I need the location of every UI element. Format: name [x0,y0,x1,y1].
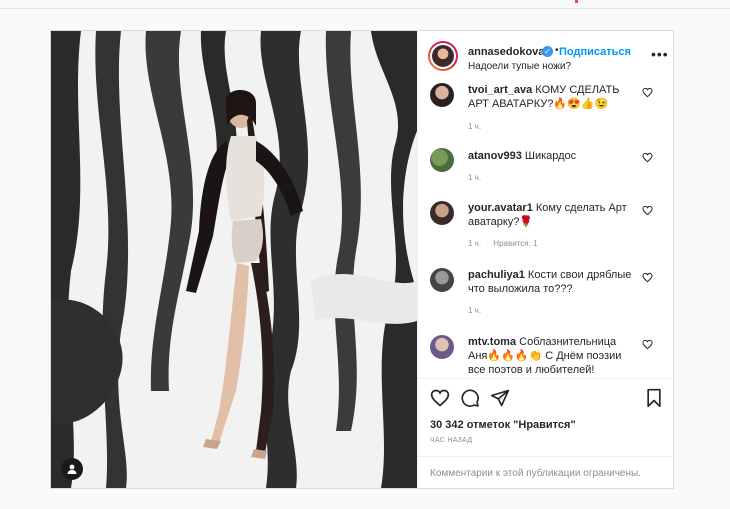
top-nav-bar [0,0,730,9]
post-photo[interactable] [51,31,417,488]
comment-time[interactable]: 1 ч. [468,306,481,315]
comment-text: atanov993 Шикардос [468,149,632,163]
avatar[interactable] [430,83,454,107]
likes-count[interactable]: 30 342 отметок "Нравится" [430,419,576,431]
comment-username[interactable]: mtv.toma [468,336,516,348]
comment-time[interactable]: 1 ч. [468,239,481,248]
comment-username[interactable]: tvoi_art_ava [468,84,532,96]
comment-body: Шикардос [524,150,577,162]
comment-meta: 1 ч. Нравится: 1 [468,239,548,248]
post-sidebar: annasedokova ✓ • Подписаться ••• Надоели… [417,31,674,488]
follow-button[interactable]: Подписаться [559,46,631,58]
comment-meta: 1 ч. [468,306,491,315]
user-tag-icon [67,464,77,474]
author-username[interactable]: annasedokova [468,46,544,58]
more-icon[interactable]: ••• [651,47,669,61]
heart-icon[interactable] [642,152,653,163]
avatar[interactable] [430,201,454,225]
heart-icon[interactable] [642,87,653,98]
avatar[interactable] [430,268,454,292]
comment-meta: 1 ч. [468,173,491,182]
comment-meta: 1 ч. [468,122,491,131]
comment-text: mtv.toma Соблазнительница Аня🔥🔥🔥👏 С Днём… [468,335,632,377]
user-tag-button[interactable] [61,458,83,480]
comment-username[interactable]: pachuliya1 [468,269,525,281]
comment-text: your.avatar1 Кому сделать Арт аватарку?🌹 [468,201,632,229]
comment-icon[interactable] [460,388,480,408]
separator-dot: • [555,45,559,56]
post-timestamp[interactable]: час назад [430,437,472,444]
post-header: annasedokova ✓ • Подписаться ••• Надоели… [418,31,674,76]
comment-username[interactable]: your.avatar1 [468,202,533,214]
bookmark-icon[interactable] [644,388,664,408]
avatar[interactable] [430,148,454,172]
verified-icon: ✓ [542,46,553,57]
comment-username[interactable]: atanov993 [468,150,522,162]
share-icon[interactable] [490,388,510,408]
comments-list[interactable]: tvoi_art_ava КОМУ СДЕЛАТЬ АРТ АВАТАРКУ?🔥… [418,77,674,377]
avatar[interactable] [430,335,454,359]
heart-icon[interactable] [430,388,450,408]
heart-icon[interactable] [642,272,653,283]
post-actions: 30 342 отметок "Нравится" час назад Комм… [418,378,674,489]
comments-restricted-notice: Комментарии к этой публикации ограничены… [418,456,674,489]
comment-time[interactable]: 1 ч. [468,122,481,131]
comment-time[interactable]: 1 ч. [468,173,481,182]
author-avatar[interactable] [428,41,458,71]
post-caption: Надоели тупые ножи? [468,61,572,72]
notification-dot [575,0,578,3]
comment-likes[interactable]: Нравится: 1 [493,239,537,248]
comment-text: tvoi_art_ava КОМУ СДЕЛАТЬ АРТ АВАТАРКУ?🔥… [468,83,632,111]
heart-icon[interactable] [642,339,653,350]
heart-icon[interactable] [642,205,653,216]
post-modal: annasedokova ✓ • Подписаться ••• Надоели… [50,30,674,489]
comment-text: pachuliya1 Кости свои дряблые что выложи… [468,268,632,296]
zebra-photo [51,31,417,488]
